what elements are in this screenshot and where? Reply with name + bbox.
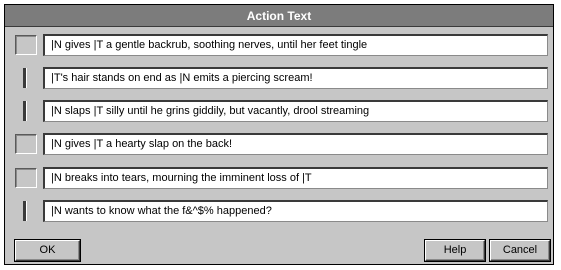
action-row: |N breaks into tears, mourning the immin… xyxy=(5,166,553,190)
row-select-box[interactable] xyxy=(15,35,37,55)
action-row: |T's hair stands on end as |N emits a pi… xyxy=(5,66,553,90)
row-select-box[interactable] xyxy=(15,201,37,221)
action-text-field[interactable]: |N gives |T a gentle backrub, soothing n… xyxy=(43,34,548,56)
action-text-field[interactable]: |T's hair stands on end as |N emits a pi… xyxy=(43,67,548,89)
dialog-title: Action Text xyxy=(5,5,553,27)
row-select-box[interactable] xyxy=(15,101,37,121)
action-row: |N wants to know what the f&^$% happened… xyxy=(5,199,553,223)
action-text-field[interactable]: |N gives |T a hearty slap on the back! xyxy=(43,133,548,155)
help-button[interactable]: Help xyxy=(425,240,485,261)
action-text-dialog: Action Text |N gives |T a gentle backrub… xyxy=(4,4,554,265)
action-text-field[interactable]: |N wants to know what the f&^$% happened… xyxy=(43,200,548,222)
action-row: |N slaps |T silly until he grins giddily… xyxy=(5,99,553,123)
row-select-box[interactable] xyxy=(15,168,37,188)
action-text-field[interactable]: |N slaps |T silly until he grins giddily… xyxy=(43,100,548,122)
action-row: |N gives |T a hearty slap on the back! xyxy=(5,132,553,156)
action-text-field[interactable]: |N breaks into tears, mourning the immin… xyxy=(43,167,548,189)
row-select-box[interactable] xyxy=(15,68,37,88)
row-select-box[interactable] xyxy=(15,134,37,154)
action-row: |N gives |T a gentle backrub, soothing n… xyxy=(5,33,553,57)
cancel-button[interactable]: Cancel xyxy=(490,240,550,261)
ok-button[interactable]: OK xyxy=(15,240,80,261)
